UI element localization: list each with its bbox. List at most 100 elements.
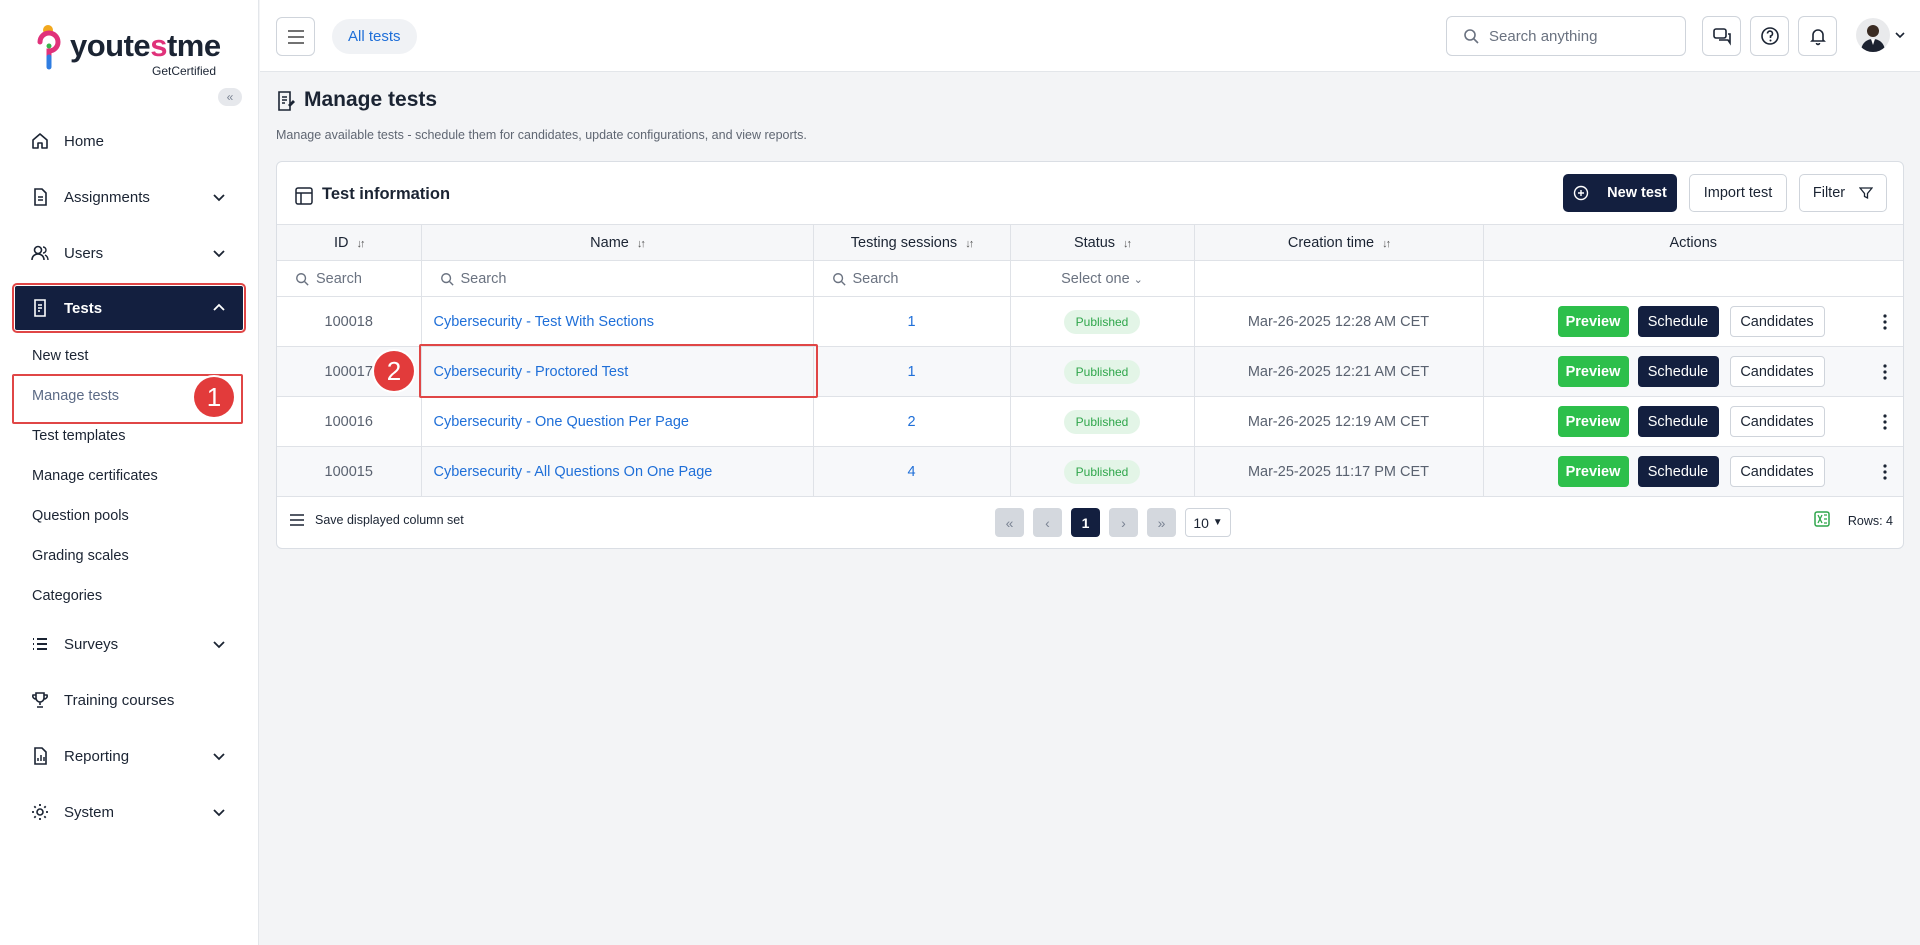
table-footer: Save displayed column set « ‹ 1 › » 10 ▼… <box>277 496 1903 548</box>
more-options-icon[interactable] <box>1883 464 1887 480</box>
save-column-set-button[interactable]: Save displayed column set <box>289 513 464 527</box>
chat-button[interactable] <box>1702 16 1741 56</box>
sidebar-item-label: Home <box>64 132 105 150</box>
chevron-down-icon <box>213 641 225 649</box>
candidates-button[interactable]: Candidates <box>1729 456 1825 487</box>
search-icon <box>440 272 454 286</box>
excel-export-icon[interactable] <box>1813 510 1831 528</box>
sidebar-item-tests[interactable]: Tests <box>12 283 246 333</box>
table-icon <box>295 187 313 205</box>
test-name-link[interactable]: Cybersecurity - Proctored Test <box>434 364 629 380</box>
test-name-link[interactable]: Cybersecurity - All Questions On One Pag… <box>434 464 713 480</box>
home-icon <box>32 133 48 149</box>
sidebar-item-reporting[interactable]: Reporting <box>15 734 243 778</box>
more-options-icon[interactable] <box>1883 314 1887 330</box>
column-header-name[interactable]: Name ↓↑ <box>421 224 814 261</box>
avatar[interactable] <box>1856 18 1890 52</box>
testing-sessions-link[interactable]: 1 <box>907 364 915 380</box>
sidebar-item-assignments[interactable]: Assignments <box>15 175 243 219</box>
last-page-button[interactable]: » <box>1147 508 1176 537</box>
sort-icon: ↓↑ <box>636 237 646 250</box>
testing-sessions-link[interactable]: 4 <box>907 464 915 480</box>
actions-filter <box>1483 260 1903 297</box>
preview-button[interactable]: Preview <box>1557 356 1629 387</box>
status-badge: Published <box>1063 309 1141 334</box>
next-page-button[interactable]: › <box>1109 508 1138 537</box>
filter-icon <box>1859 187 1874 200</box>
sidebar-subitem-new-test[interactable]: New test <box>32 348 88 364</box>
step-2-marker: 2 <box>374 351 414 391</box>
menu-toggle-button[interactable] <box>276 17 315 56</box>
menu-lines-icon <box>290 514 304 526</box>
hamburger-icon <box>287 29 304 44</box>
sidebar-item-home[interactable]: Home <box>15 119 243 163</box>
sidebar-subitem-grading-scales[interactable]: Grading scales <box>32 548 129 564</box>
sidebar-item-label: Reporting <box>64 747 130 765</box>
first-page-button[interactable]: « <box>995 508 1024 537</box>
sidebar-item-users[interactable]: Users <box>15 231 243 275</box>
sidebar-item-training-courses[interactable]: Training courses <box>15 678 243 722</box>
candidates-button[interactable]: Candidates <box>1729 406 1825 437</box>
creation-time: Mar-26-2025 12:19 AM CET <box>1194 396 1484 447</box>
filter-button[interactable]: Filter <box>1799 174 1887 212</box>
current-page-button[interactable]: 1 <box>1071 508 1100 537</box>
schedule-button[interactable]: Schedule <box>1637 406 1719 437</box>
page-title: Manage tests <box>304 88 438 111</box>
sidebar-item-system[interactable]: System <box>15 790 243 834</box>
prev-page-button[interactable]: ‹ <box>1033 508 1062 537</box>
breadcrumb-all-tests[interactable]: All tests <box>332 19 417 54</box>
filter-label: Filter <box>1812 185 1846 201</box>
trophy-icon <box>32 692 48 708</box>
preview-button[interactable]: Preview <box>1557 306 1629 337</box>
candidates-button[interactable]: Candidates <box>1729 356 1825 387</box>
testing-sessions-link[interactable]: 1 <box>907 314 915 330</box>
sidebar-subitem-test-templates[interactable]: Test templates <box>32 428 126 444</box>
sidebar-subitem-manage-tests[interactable]: Manage tests <box>32 388 119 404</box>
id-filter-input[interactable]: Search <box>277 260 422 297</box>
sidebar-item-label: Users <box>64 244 104 262</box>
sidebar-subitem-question-pools[interactable]: Question pools <box>32 508 129 524</box>
sidebar-item-surveys[interactable]: Surveys <box>15 622 243 666</box>
status-filter-select[interactable]: Select one ⌄ <box>1010 260 1195 297</box>
schedule-button[interactable]: Schedule <box>1637 456 1719 487</box>
test-name-link[interactable]: Cybersecurity - Test With Sections <box>434 314 655 330</box>
schedule-button[interactable]: Schedule <box>1637 306 1719 337</box>
schedule-button[interactable]: Schedule <box>1637 356 1719 387</box>
logo-mark-icon <box>37 25 61 70</box>
column-header-status[interactable]: Status ↓↑ <box>1010 224 1195 261</box>
import-test-button[interactable]: Import test <box>1689 174 1787 212</box>
save-column-set-label: Save displayed column set <box>315 513 464 527</box>
chevron-down-icon[interactable] <box>1894 29 1906 41</box>
candidates-button[interactable]: Candidates <box>1729 306 1825 337</box>
manage-tests-icon <box>278 91 295 111</box>
sidebar-subitem-categories[interactable]: Categories <box>32 588 102 604</box>
page-size-select[interactable]: 10 ▼ <box>1185 508 1231 537</box>
chevron-down-icon <box>213 809 225 817</box>
more-options-icon[interactable] <box>1883 364 1887 380</box>
more-options-icon[interactable] <box>1883 414 1887 430</box>
new-test-button[interactable]: New test <box>1563 174 1677 212</box>
users-icon <box>31 245 49 261</box>
notifications-button[interactable] <box>1798 16 1837 56</box>
preview-button[interactable]: Preview <box>1557 406 1629 437</box>
bell-icon <box>1809 29 1826 46</box>
sidebar: youtestme GetCertified « Home Assignment… <box>0 0 259 945</box>
gear-icon <box>32 804 48 820</box>
name-filter-input[interactable]: Search <box>421 260 814 297</box>
collapse-sidebar-button[interactable]: « <box>218 88 242 106</box>
sessions-filter-input[interactable]: Search <box>813 260 1011 297</box>
global-search-input[interactable]: Search anything <box>1446 16 1686 56</box>
tests-icon <box>34 299 46 317</box>
testing-sessions-link[interactable]: 2 <box>907 414 915 430</box>
preview-button[interactable]: Preview <box>1557 456 1629 487</box>
logo-wordmark: youtestme <box>70 28 221 63</box>
column-header-testing-sessions[interactable]: Testing sessions ↓↑ <box>813 224 1011 261</box>
column-header-id[interactable]: ID ↓↑ <box>277 224 422 261</box>
new-test-label: New test <box>1607 185 1667 201</box>
test-name-link[interactable]: Cybersecurity - One Question Per Page <box>434 414 689 430</box>
sidebar-subitem-manage-certificates[interactable]: Manage certificates <box>32 468 158 484</box>
help-button[interactable] <box>1750 16 1789 56</box>
column-header-creation-time[interactable]: Creation time ↓↑ <box>1194 224 1484 261</box>
logo[interactable]: youtestme GetCertified <box>34 24 234 78</box>
chevron-down-icon: ▼ <box>1212 517 1223 528</box>
